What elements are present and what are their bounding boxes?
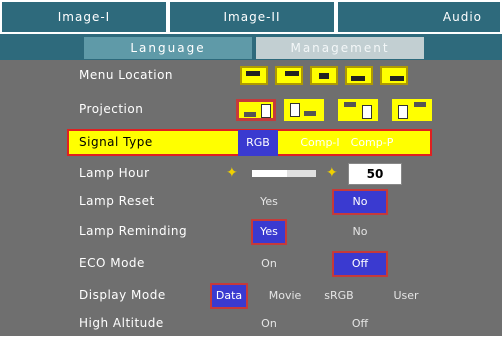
tab-image-2[interactable]: Image-II: [170, 2, 334, 32]
projection-label: Projection: [79, 102, 144, 116]
tab-management[interactable]: Management: [256, 37, 424, 59]
lamp-reminding-label: Lamp Reminding: [79, 224, 188, 238]
tab-language[interactable]: Language: [84, 37, 252, 59]
lamp-reminding-row[interactable]: Lamp Reminding Yes No: [0, 218, 502, 245]
lamp-reset-no-option[interactable]: No: [332, 189, 388, 215]
top-left-position-icon[interactable]: [240, 66, 268, 85]
display-mode-row[interactable]: Display Mode Data Movie sRGB User: [0, 282, 502, 309]
top-right-position-icon[interactable]: [275, 66, 303, 85]
display-mode-movie-option[interactable]: Movie: [262, 285, 308, 307]
menu-location-label: Menu Location: [79, 68, 174, 82]
eco-mode-off-option[interactable]: Off: [332, 251, 388, 277]
eco-mode-on-option[interactable]: On: [248, 253, 290, 275]
signal-comp-p-option[interactable]: Comp-P: [348, 132, 396, 154]
display-mode-user-option[interactable]: User: [386, 285, 426, 307]
lamp-hour-value: 50: [348, 163, 402, 185]
signal-type-row[interactable]: Signal Type RGB Comp-I Comp-P: [0, 129, 502, 156]
lamp-reset-row[interactable]: Lamp Reset Yes No: [0, 188, 502, 215]
bottom-left-position-icon[interactable]: [345, 66, 373, 85]
lamp-hour-row: Lamp Hour ✦ ✦ 50: [0, 160, 502, 187]
high-altitude-on-option[interactable]: On: [248, 313, 290, 335]
menu-location-row[interactable]: Menu Location: [0, 62, 502, 89]
display-mode-label: Display Mode: [79, 288, 166, 302]
high-altitude-row[interactable]: High Altitude On Off: [0, 310, 502, 337]
sub-tab-bar: Language Management: [0, 34, 502, 60]
center-position-icon[interactable]: [310, 66, 338, 85]
bottom-right-position-icon[interactable]: [380, 66, 408, 85]
lamp-hour-label: Lamp Hour: [79, 166, 150, 180]
rear-desktop-icon[interactable]: [284, 99, 324, 121]
high-altitude-label: High Altitude: [79, 316, 164, 330]
lamp-reminding-no-option[interactable]: No: [340, 221, 380, 243]
display-mode-data-option[interactable]: Data: [210, 283, 248, 309]
front-ceiling-icon[interactable]: [338, 99, 378, 121]
lamp-hour-bar: [252, 170, 316, 177]
front-desktop-icon[interactable]: [236, 99, 276, 121]
lamp-hour-bar-fill: [252, 170, 288, 177]
sun-small-icon: ✦: [226, 165, 238, 181]
lamp-reset-yes-option[interactable]: Yes: [248, 191, 290, 213]
signal-type-label: Signal Type: [79, 135, 153, 149]
lamp-reminding-yes-option[interactable]: Yes: [251, 219, 287, 245]
rear-ceiling-icon[interactable]: [392, 99, 432, 121]
eco-mode-row[interactable]: ECO Mode On Off: [0, 250, 502, 277]
high-altitude-off-option[interactable]: Off: [340, 313, 380, 335]
display-mode-srgb-option[interactable]: sRGB: [316, 285, 362, 307]
signal-rgb-option[interactable]: RGB: [238, 130, 278, 156]
eco-mode-label: ECO Mode: [79, 256, 145, 270]
lamp-reset-label: Lamp Reset: [79, 194, 155, 208]
tab-audio[interactable]: Audio: [338, 2, 500, 32]
signal-comp-i-option[interactable]: Comp-I: [296, 132, 344, 154]
osd-menu: Image-I Image-II Audio Language Manageme…: [0, 0, 502, 336]
sun-large-icon: ✦: [326, 165, 338, 181]
tab-image-1[interactable]: Image-I: [2, 2, 166, 32]
top-tab-bar: Image-I Image-II Audio: [0, 0, 502, 34]
projection-row[interactable]: Projection: [0, 96, 502, 123]
